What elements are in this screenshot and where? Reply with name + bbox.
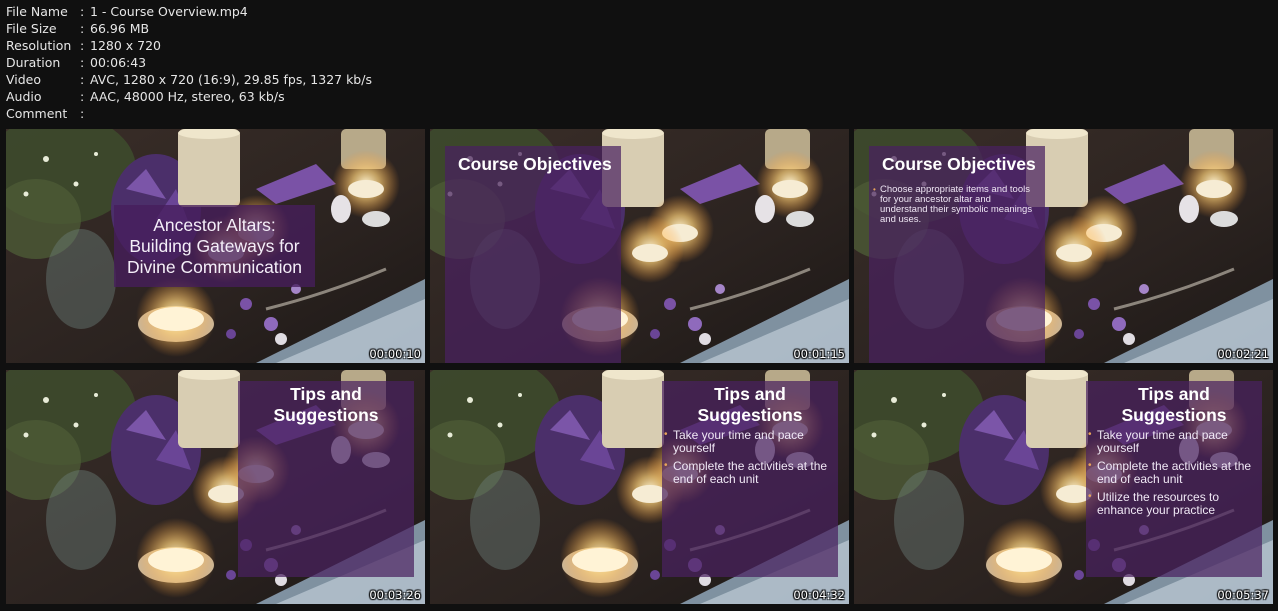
timestamp: 00:01:15 xyxy=(793,347,845,361)
tips-card: Tips and Suggestions Take your time and … xyxy=(662,381,838,577)
tip-item: Complete the activities at the end of ea… xyxy=(664,460,834,485)
thumbnail-3[interactable]: Course Objectives Choose appropriate ite… xyxy=(854,129,1273,363)
info-row-resolution: Resolution:1280 x 720 xyxy=(6,37,372,54)
objectives-card: Course Objectives xyxy=(445,146,621,363)
timestamp: 00:05:37 xyxy=(1217,588,1269,602)
info-row-audio: Audio: AAC, 48000 Hz, stereo, 63 kb/s xyxy=(6,88,372,105)
info-separator: : xyxy=(80,72,85,87)
title-line: Building Gateways for xyxy=(129,235,300,256)
objective-item: Choose appropriate items and tools for y… xyxy=(869,175,1045,225)
info-key: Comment xyxy=(6,106,68,121)
tips-list: Take your time and pace yourself Complet… xyxy=(1086,426,1262,516)
info-key: Duration xyxy=(6,55,61,70)
timestamp: 00:03:26 xyxy=(369,588,421,602)
info-key: Resolution xyxy=(6,38,72,53)
info-separator: : xyxy=(80,4,85,19)
info-row-duration: Duration:00:06:43 xyxy=(6,54,372,71)
info-value: 66.96 MB xyxy=(90,21,150,36)
info-key: File Name xyxy=(6,4,68,19)
objectives-heading: Course Objectives xyxy=(882,154,1036,174)
info-value: 1 - Course Overview.mp4 xyxy=(90,4,248,19)
tips-heading-line: Suggestions xyxy=(273,405,379,425)
info-separator: : xyxy=(80,55,85,70)
tip-item: Take your time and pace yourself xyxy=(1088,429,1258,454)
tip-item: Utilize the resources to enhance your pr… xyxy=(1088,491,1258,516)
info-key: File Size xyxy=(6,21,57,36)
tips-heading-line: Suggestions xyxy=(1121,405,1227,425)
info-row-file-name: File Name:1 - Course Overview.mp4 xyxy=(6,3,372,20)
info-separator: : xyxy=(80,38,85,53)
thumbnail-4[interactable]: Tips and Suggestions 00:03:26 xyxy=(6,370,425,604)
title-line: Divine Communication xyxy=(126,256,303,277)
info-row-video: Video: AVC, 1280 x 720 (16:9), 29.85 fps,… xyxy=(6,71,372,88)
tips-heading-line: Suggestions xyxy=(697,405,803,425)
info-row-comment: Comment: xyxy=(6,105,372,122)
info-separator: : xyxy=(80,89,85,104)
timestamp: 00:04:32 xyxy=(793,588,845,602)
tips-heading-line: Tips and xyxy=(290,384,362,404)
info-value: AVC, 1280 x 720 (16:9), 29.85 fps, 1327 … xyxy=(90,72,372,87)
tips-heading: Tips and Suggestions xyxy=(662,381,838,426)
info-value: 00:06:43 xyxy=(90,55,147,70)
objectives-card: Course Objectives Choose appropriate ite… xyxy=(869,146,1045,363)
tips-card: Tips and Suggestions xyxy=(238,381,414,577)
tips-list: Take your time and pace yourself Complet… xyxy=(662,426,838,485)
info-key: Audio xyxy=(6,89,42,104)
thumbnail-2[interactable]: Course Objectives 00:01:15 xyxy=(430,129,849,363)
thumbnail-5[interactable]: Tips and Suggestions Take your time and … xyxy=(430,370,849,604)
info-separator: : xyxy=(80,106,85,121)
title-text: Ancestor Altars: Building Gateways for D… xyxy=(127,215,302,278)
timestamp: 00:02:21 xyxy=(1217,347,1269,361)
tip-item: Complete the activities at the end of ea… xyxy=(1088,460,1258,485)
title-line: Ancestor Altars: xyxy=(153,214,276,235)
info-separator: : xyxy=(80,21,85,36)
timestamp: 00:00:10 xyxy=(369,347,421,361)
thumbnail-6[interactable]: Tips and Suggestions Take your time and … xyxy=(854,370,1273,604)
tip-item: Take your time and pace yourself xyxy=(664,429,834,454)
thumbnail-1[interactable]: Ancestor Altars: Building Gateways for D… xyxy=(6,129,425,363)
file-info: File Name:1 - Course Overview.mp4 File S… xyxy=(6,3,372,122)
objectives-heading: Course Objectives xyxy=(458,154,612,174)
tips-heading: Tips and Suggestions xyxy=(238,381,414,426)
info-value: 1280 x 720 xyxy=(90,38,162,53)
info-row-file-size: File Size:66.96 MB xyxy=(6,20,372,37)
info-value: AAC, 48000 Hz, stereo, 63 kb/s xyxy=(90,89,285,104)
tips-heading-line: Tips and xyxy=(1138,384,1210,404)
tips-card: Tips and Suggestions Take your time and … xyxy=(1086,381,1262,577)
tips-heading-line: Tips and xyxy=(714,384,786,404)
tips-heading: Tips and Suggestions xyxy=(1086,381,1262,426)
info-key: Video xyxy=(6,72,42,87)
title-card: Ancestor Altars: Building Gateways for D… xyxy=(114,205,315,287)
